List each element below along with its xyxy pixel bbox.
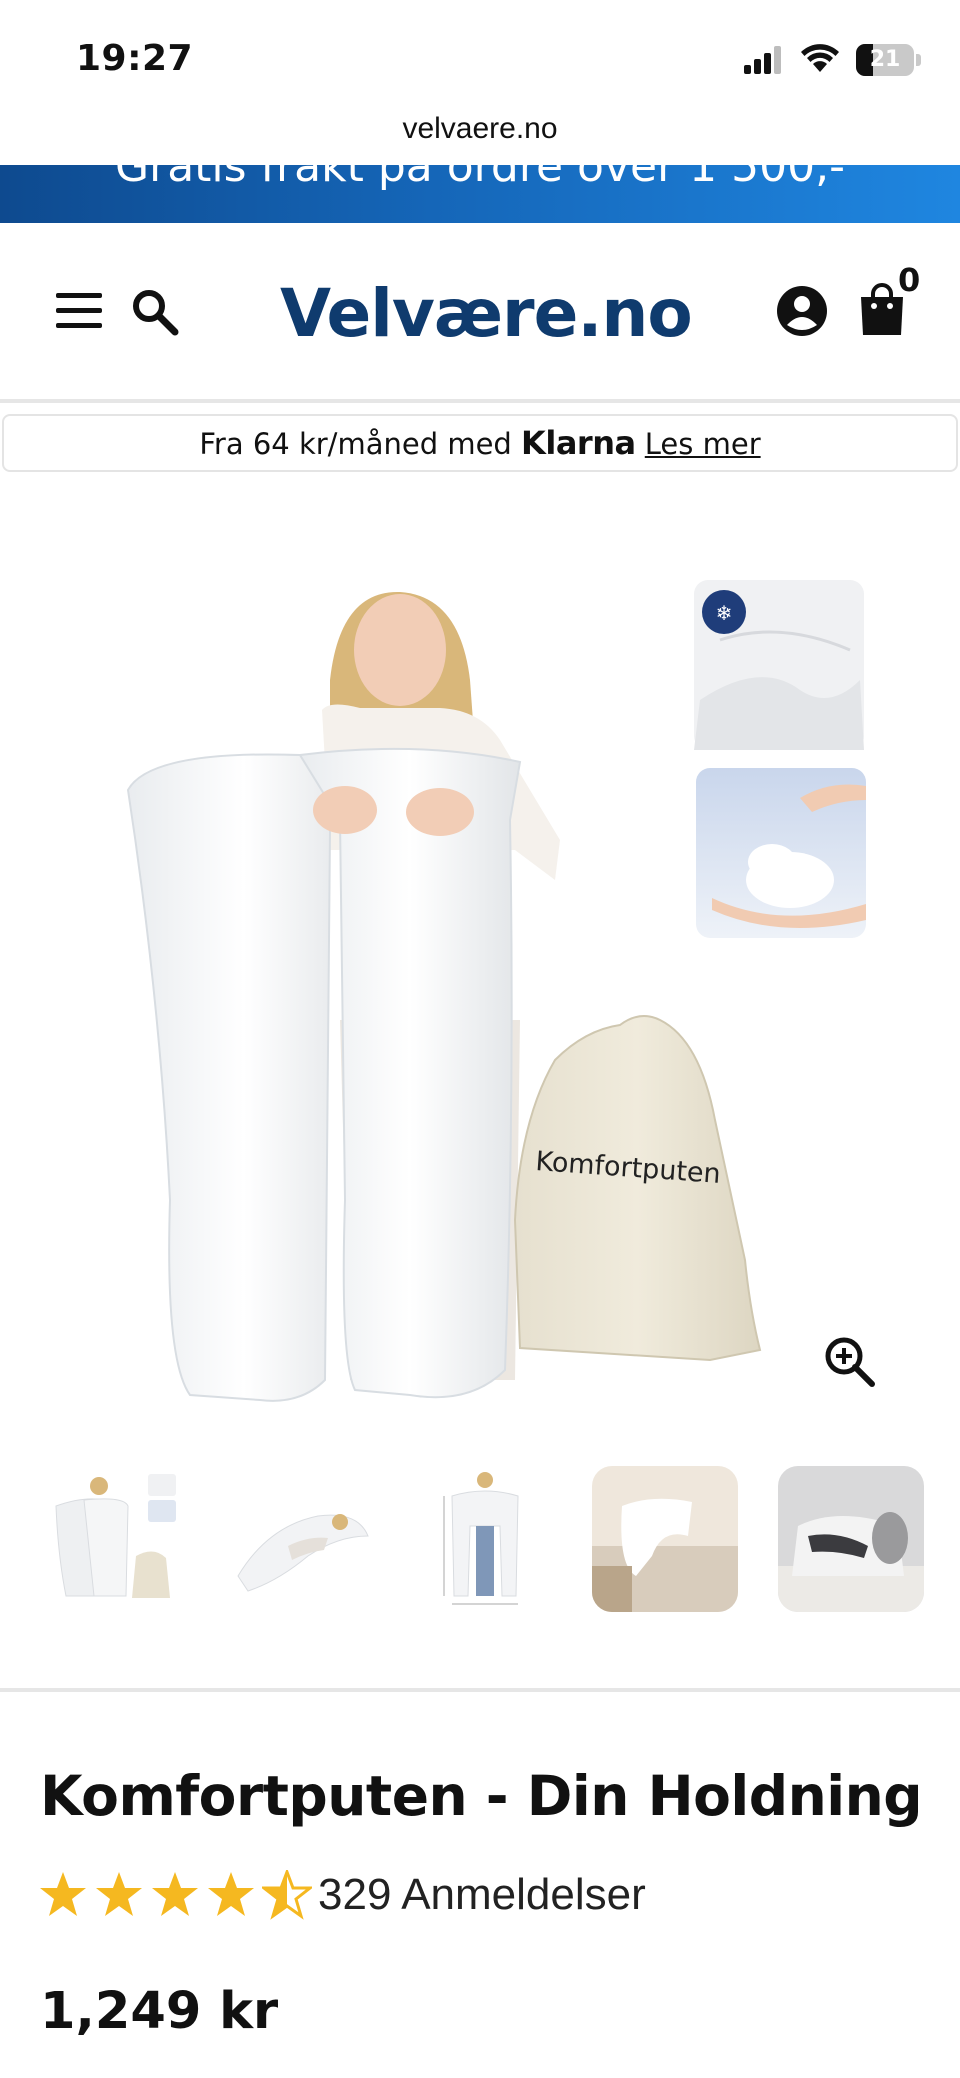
product-main-image[interactable]: Komfortputen ❄: [0, 500, 960, 1420]
promo-text: Gratis frakt på ordre over 1 500,-: [115, 165, 845, 192]
promo-banner[interactable]: Gratis frakt på ordre over 1 500,-: [0, 165, 960, 223]
star-full-icon: [152, 1872, 198, 1916]
star-full-icon: [208, 1872, 254, 1916]
address-bar[interactable]: velvaere.no: [0, 112, 960, 146]
product-photo: Komfortputen ❄: [126, 580, 866, 1402]
site-logo[interactable]: Velvære.no: [280, 275, 693, 352]
thumbnail-5[interactable]: [778, 1466, 924, 1612]
battery-icon: 21: [856, 44, 914, 76]
zoom-icon[interactable]: [822, 1334, 878, 1390]
menu-icon[interactable]: [56, 293, 102, 329]
star-full-icon: [96, 1872, 142, 1916]
product-title: Komfortputen - Din Holdning: [40, 1764, 923, 1828]
svg-text:❄: ❄: [716, 601, 733, 625]
cart-count-badge: 0: [898, 261, 921, 299]
thumbnail-3[interactable]: [412, 1466, 558, 1612]
battery-level: 21: [869, 47, 901, 72]
thumbnail-1[interactable]: [44, 1466, 190, 1612]
klarna-text: Fra 64 kr/måned med: [199, 427, 522, 461]
product-price: 1,249 kr: [40, 1982, 279, 2041]
star-full-icon: [40, 1872, 86, 1916]
star-half-icon: [262, 1870, 312, 1920]
thumbnail-strip: [0, 1466, 960, 1616]
search-icon[interactable]: [130, 287, 180, 337]
thumbnail-2[interactable]: [228, 1466, 374, 1612]
wifi-icon: [801, 44, 839, 72]
status-time: 19:27: [76, 38, 194, 79]
review-count[interactable]: 329 Anmeldelser: [318, 1870, 646, 1920]
section-divider: [0, 1688, 960, 1692]
site-header: Velvære.no 0: [0, 223, 960, 403]
thumbnail-4[interactable]: [592, 1466, 738, 1612]
klarna-banner: Fra 64 kr/måned med Klarna Les mer: [2, 414, 958, 472]
product-rating[interactable]: 329 Anmeldelser: [38, 1866, 938, 1922]
account-icon[interactable]: [776, 285, 828, 337]
status-bar: 19:27 21 velvaere.no: [0, 0, 960, 145]
klarna-logo: Klarna: [521, 424, 636, 462]
cellular-signal-icon: [744, 46, 784, 74]
klarna-read-more-link[interactable]: Les mer: [645, 427, 761, 461]
